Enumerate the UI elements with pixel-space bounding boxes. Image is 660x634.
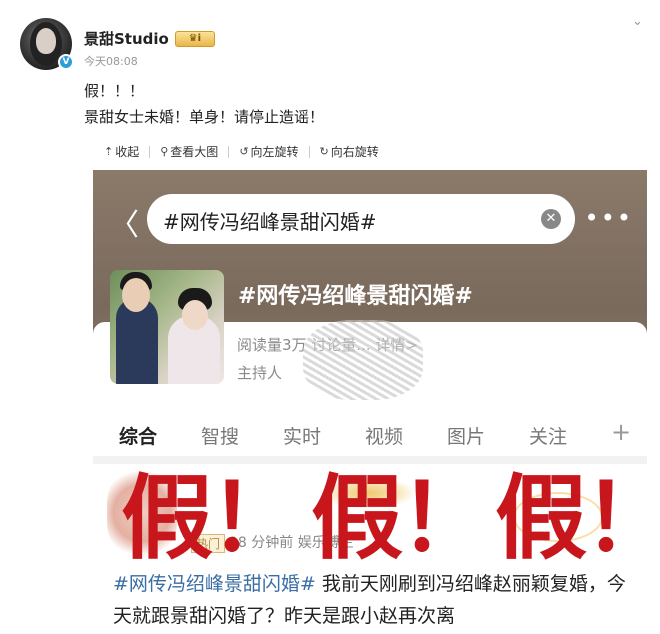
- search-bar: #网传冯绍峰景甜闪婚# ✕: [147, 194, 575, 244]
- image-toolbar: ⇡ 收起 ⚲ 查看大图 ↺ 向左旋转 ↻ 向右旋转: [104, 143, 379, 160]
- back-arrow-icon: 〈: [109, 208, 139, 243]
- collapse-label: 收起: [115, 145, 140, 159]
- post-text-line1: 假！！！: [84, 82, 145, 100]
- attached-screenshot[interactable]: 〈 #网传冯绍峰景甜闪婚# ✕ ••• #网传冯绍峰景甜闪婚# 阅读量3万 讨论…: [93, 170, 647, 634]
- rotate-right-label: 向右旋转: [330, 145, 379, 159]
- more-icon: •••: [584, 204, 633, 232]
- toolbar-divider: [228, 145, 230, 158]
- toolbar-divider: [308, 145, 310, 158]
- rotate-left-button[interactable]: ↺ 向左旋转: [239, 143, 298, 160]
- post-text: 假！！！ 景甜女士未婚！单身！请停止造谣！: [84, 78, 324, 130]
- view-large-button[interactable]: ⚲ 查看大图: [160, 143, 218, 160]
- topic-cover-image: [110, 270, 224, 384]
- fake-stamp: 假！: [311, 464, 491, 572]
- chevron-down-icon[interactable]: ⌄: [632, 14, 646, 29]
- avatar[interactable]: V: [20, 18, 74, 70]
- username-row: 景甜Studio ♛ⅰ: [84, 28, 215, 49]
- rotate-right-button[interactable]: ↻ 向右旋转: [320, 143, 379, 160]
- post-text-line2: 景甜女士未婚！单身！请停止造谣！: [84, 108, 325, 126]
- topic-host: 主持人: [237, 364, 283, 382]
- result-post-body: #网传冯绍峰景甜闪婚# 我前天刚刷到冯绍峰赵丽颖复婚，今天就跟景甜闪婚了？昨天是…: [113, 568, 633, 632]
- rotate-right-icon: ↻: [319, 145, 329, 158]
- avatar-face: [36, 28, 56, 54]
- user-meta: 景甜Studio ♛ⅰ 今天08:08: [84, 18, 215, 70]
- topic-title: #网传冯绍峰景甜闪婚#: [238, 284, 473, 309]
- view-large-label: 查看大图: [170, 145, 219, 159]
- cover-figure-head: [122, 278, 150, 312]
- magnifier-icon: ⚲: [160, 145, 169, 158]
- post-time[interactable]: 今天08:08: [84, 53, 215, 69]
- vip-badge-icon: ♛ⅰ: [174, 30, 215, 47]
- username[interactable]: 景甜Studio: [84, 28, 169, 49]
- fake-stamp: 假！: [495, 464, 647, 572]
- toolbar-divider: [149, 145, 151, 158]
- cover-figure-head: [182, 300, 208, 330]
- verified-icon: V: [58, 54, 74, 70]
- fake-stamp: 假！: [121, 464, 301, 572]
- post-header: V 景甜Studio ♛ⅰ 今天08:08: [20, 18, 215, 70]
- scribble-redaction: [303, 320, 423, 400]
- search-query: #网传冯绍峰景甜闪婚#: [163, 210, 377, 234]
- rotate-left-icon: ↺: [239, 145, 249, 158]
- collapse-button[interactable]: ⇡ 收起: [104, 143, 139, 160]
- add-tab-icon: +: [611, 418, 632, 446]
- clear-icon: ✕: [541, 209, 561, 229]
- rotate-left-label: 向左旋转: [250, 145, 299, 159]
- collapse-icon: ⇡: [104, 145, 114, 158]
